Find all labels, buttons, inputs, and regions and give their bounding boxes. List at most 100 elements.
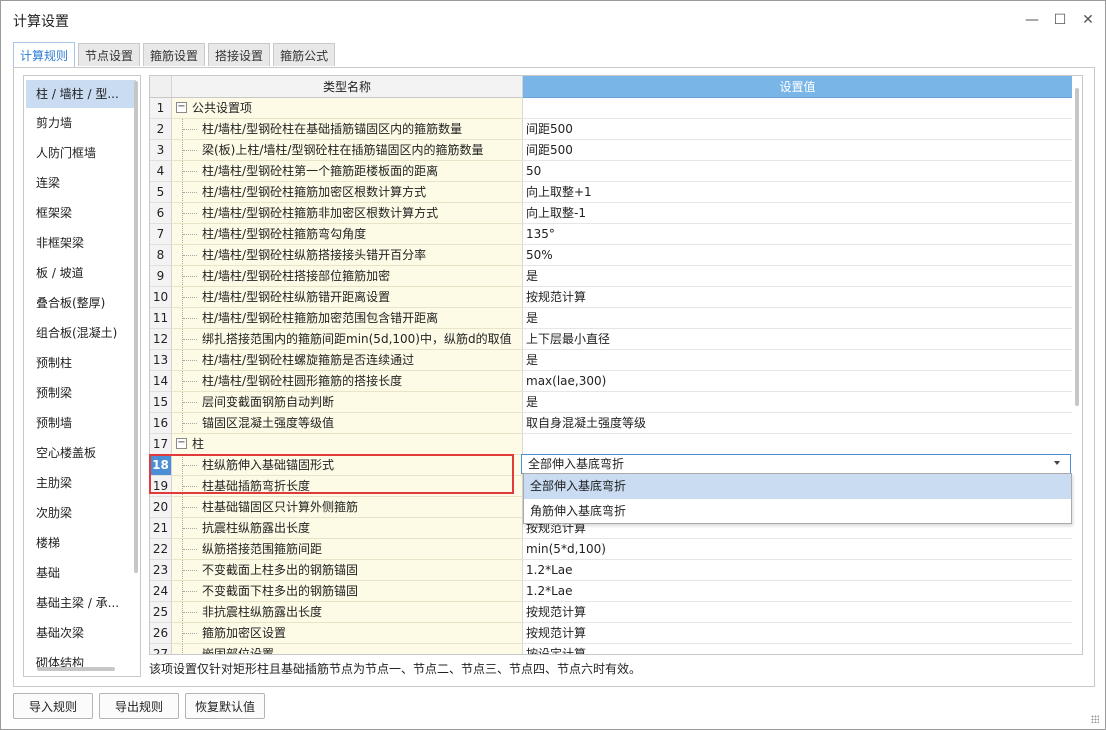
table-row[interactable]: 5 柱/墙柱/型钢砼柱箍筋加密区根数计算方式 向上取整+1 [150,182,1072,203]
table-row[interactable]: 26 箍筋加密区设置 按规范计算 [150,623,1072,644]
row-value-cell[interactable]: 向上取整-1 [523,203,1072,224]
row-label: 柱/墙柱/型钢砼柱箍筋弯勾角度 [202,227,367,241]
table-row[interactable]: 1 − 公共设置项 [150,98,1072,119]
collapse-icon[interactable]: − [176,102,187,113]
table-row[interactable]: 25 非抗震柱纵筋露出长度 按规范计算 [150,602,1072,623]
table-row[interactable]: 7 柱/墙柱/型钢砼柱箍筋弯勾角度 135° [150,224,1072,245]
export-rules-button[interactable]: 导出规则 [99,693,179,719]
sidebar-item-secondary-rib-beam[interactable]: 次肋梁 [24,498,140,528]
tab-calc-rules[interactable]: 计算规则 [13,42,76,67]
import-rules-button[interactable]: 导入规则 [13,693,93,719]
sidebar-item-coupling-beam[interactable]: 连梁 [24,168,140,198]
sidebar-item-civil-defense-door-frame[interactable]: 人防门框墙 [24,138,140,168]
table-row[interactable]: 4 柱/墙柱/型钢砼柱第一个箍筋距楼板面的距离 50 [150,161,1072,182]
row-number: 10 [150,287,172,308]
sidebar-item-foundation-secondary-beam[interactable]: 基础次梁 [24,618,140,648]
row-name-cell: − 柱 [172,434,523,455]
setting-value-column-header[interactable]: 设置值 [523,76,1072,98]
table-row[interactable]: 17 − 柱 [150,434,1072,455]
close-icon[interactable]: ✕ [1077,9,1099,31]
row-value-cell[interactable]: 按规范计算 [523,623,1072,644]
sidebar-item-shear-wall[interactable]: 剪力墙 [24,108,140,138]
row-value-cell[interactable]: min(5*d,100) [523,539,1072,560]
row-value-cell[interactable]: 取自身混凝土强度等级 [523,413,1072,434]
table-row[interactable]: 2 柱/墙柱/型钢砼柱在基础插筋锚固区内的箍筋数量 间距500 [150,119,1072,140]
row-value-cell[interactable]: 向上取整+1 [523,182,1072,203]
table-row[interactable]: 8 柱/墙柱/型钢砼柱纵筋搭接接头错开百分率 50% [150,245,1072,266]
sidebar-item-frame-beam[interactable]: 框架梁 [24,198,140,228]
table-row[interactable]: 16 锚固区混凝土强度等级值 取自身混凝土强度等级 [150,413,1072,434]
row-value-cell[interactable]: 是 [523,266,1072,287]
sidebar-item-masonry[interactable]: 砌体结构 [24,648,140,676]
table-row[interactable]: 13 柱/墙柱/型钢砼柱螺旋箍筋是否连续通过 是 [150,350,1072,371]
table-row[interactable]: 22 纵筋搭接范围箍筋间距 min(5*d,100) [150,539,1072,560]
row-value-cell[interactable]: 50% [523,245,1072,266]
tree-connector [182,308,197,328]
dropdown-option-all-bars[interactable]: 全部伸入基底弯折 [524,474,1071,499]
table-row[interactable]: 6 柱/墙柱/型钢砼柱箍筋非加密区根数计算方式 向上取整-1 [150,203,1072,224]
anchorage-form-select[interactable]: 全部伸入基底弯折 [521,454,1071,474]
sidebar-horizontal-scrollbar[interactable] [37,667,115,671]
sidebar-item-foundation[interactable]: 基础 [24,558,140,588]
table-row[interactable]: 10 柱/墙柱/型钢砼柱纵筋错开距离设置 按规范计算 [150,287,1072,308]
minimize-icon[interactable]: — [1021,9,1043,31]
table-row[interactable]: 24 不变截面下柱多出的钢筋锚固 1.2*Lae [150,581,1072,602]
row-name-cell: 纵筋搭接范围箍筋间距 [172,539,523,560]
table-row[interactable]: 12 绑扎搭接范围内的箍筋间距min(5d,100)中，纵筋d的取值 上下层最小… [150,329,1072,350]
row-number: 2 [150,119,172,140]
row-value-cell[interactable]: 间距500 [523,119,1072,140]
sidebar-item-main-rib-beam[interactable]: 主肋梁 [24,468,140,498]
chevron-down-icon[interactable] [1054,461,1060,465]
tab-lap-settings[interactable]: 搭接设置 [208,43,271,66]
table-row[interactable]: 27 嵌固部位设置 按设定计算 [150,644,1072,654]
sidebar-item-precast-wall[interactable]: 预制墙 [24,408,140,438]
tab-node-settings[interactable]: 节点设置 [78,43,141,66]
row-value-cell[interactable]: 135° [523,224,1072,245]
grid-vertical-scrollbar[interactable] [1075,88,1079,406]
sidebar-item-column[interactable]: 柱 / 墙柱 / 型... [26,80,136,108]
table-row[interactable]: 14 柱/墙柱/型钢砼柱圆形箍筋的搭接长度 max(lae,300) [150,371,1072,392]
tab-stirrup-formula[interactable]: 箍筋公式 [273,43,336,66]
maximize-icon[interactable]: ☐ [1049,9,1071,31]
sidebar-item-composite-slab-concrete[interactable]: 组合板(混凝土) [24,318,140,348]
table-row[interactable]: 23 不变截面上柱多出的钢筋锚固 1.2*Lae [150,560,1072,581]
row-value-cell[interactable]: 是 [523,350,1072,371]
row-value-cell[interactable]: 按设定计算 [523,644,1072,654]
sidebar-item-slab-ramp[interactable]: 板 / 坡道 [24,258,140,288]
row-value-cell[interactable]: 按规范计算 [523,287,1072,308]
table-row[interactable]: 3 梁(板)上柱/墙柱/型钢砼柱在插筋锚固区内的箍筋数量 间距500 [150,140,1072,161]
sidebar-scrollbar[interactable] [134,81,138,573]
row-value-cell[interactable]: max(lae,300) [523,371,1072,392]
tab-stirrup-settings[interactable]: 箍筋设置 [143,43,206,66]
resize-grip-icon[interactable] [1091,715,1099,723]
sidebar-item-foundation-main-beam[interactable]: 基础主梁 / 承... [24,588,140,618]
table-row[interactable]: 11 柱/墙柱/型钢砼柱箍筋加密范围包含错开距离 是 [150,308,1072,329]
table-row[interactable]: 15 层间变截面钢筋自动判断 是 [150,392,1072,413]
sidebar-item-precast-column[interactable]: 预制柱 [24,348,140,378]
row-value-cell[interactable]: 间距500 [523,140,1072,161]
row-name-cell: − 公共设置项 [172,98,523,119]
sidebar-item-composite-slab-full[interactable]: 叠合板(整厚) [24,288,140,318]
row-value-cell[interactable]: 按规范计算 [523,602,1072,623]
row-value-cell[interactable] [523,434,1072,455]
tree-connector [182,455,197,475]
sidebar-item-stairs[interactable]: 楼梯 [24,528,140,558]
row-value-cell[interactable] [523,98,1072,119]
row-number: 20 [150,497,172,518]
row-value-cell[interactable]: 上下层最小直径 [523,329,1072,350]
row-value-cell[interactable]: 50 [523,161,1072,182]
row-value-cell[interactable]: 是 [523,308,1072,329]
collapse-icon[interactable]: − [176,438,187,449]
sidebar-item-hollow-floor-slab[interactable]: 空心楼盖板 [24,438,140,468]
row-value-cell[interactable]: 1.2*Lae [523,560,1072,581]
row-label: 纵筋搭接范围箍筋间距 [202,542,323,556]
type-name-column-header[interactable]: 类型名称 [172,76,523,98]
table-row[interactable]: 9 柱/墙柱/型钢砼柱搭接部位箍筋加密 是 [150,266,1072,287]
sidebar-item-non-frame-beam[interactable]: 非框架梁 [24,228,140,258]
dropdown-option-corner-bars[interactable]: 角筋伸入基底弯折 [524,499,1071,524]
row-value-cell[interactable]: 是 [523,392,1072,413]
row-value-cell[interactable]: 1.2*Lae [523,581,1072,602]
restore-defaults-button[interactable]: 恢复默认值 [185,693,265,719]
sidebar-item-precast-beam[interactable]: 预制梁 [24,378,140,408]
row-name-cell: 柱/墙柱/型钢砼柱箍筋非加密区根数计算方式 [172,203,523,224]
